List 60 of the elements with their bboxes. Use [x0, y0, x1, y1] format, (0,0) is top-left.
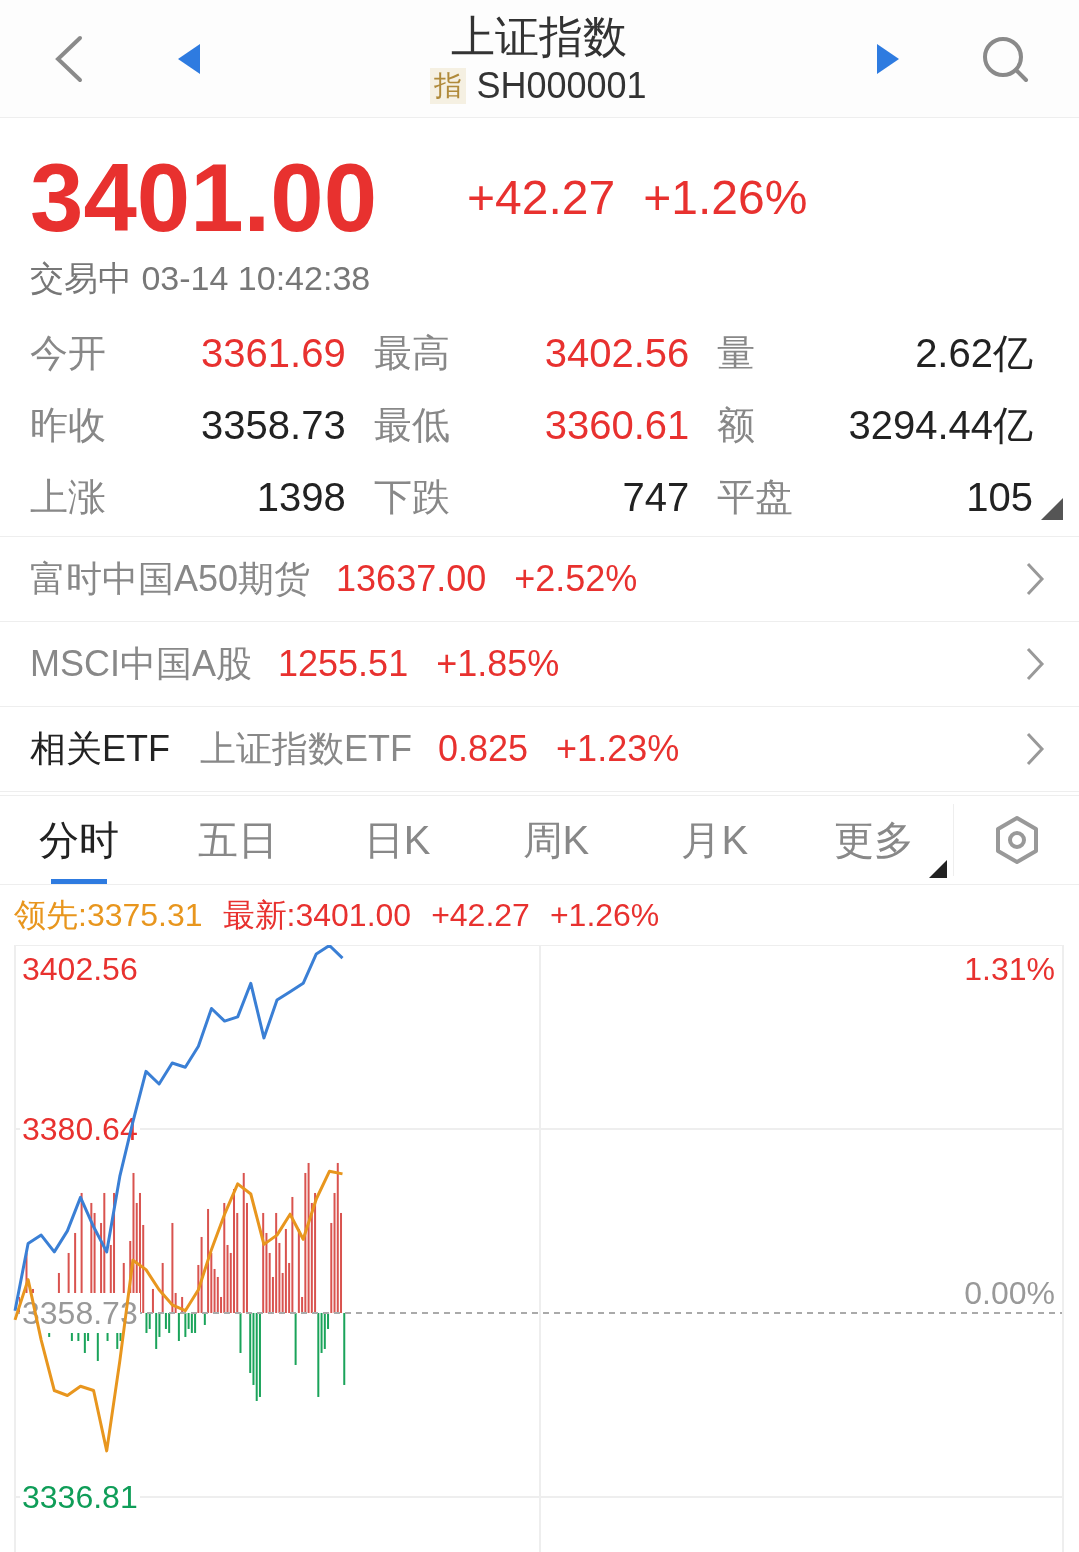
index-badge: 指: [430, 67, 467, 104]
stat-label: 今开: [30, 331, 106, 376]
chevron-right-icon: [1025, 731, 1045, 767]
percent-axis-label: 0.00%: [964, 1273, 1055, 1313]
related-row[interactable]: 相关ETF 上证指数ETF 0.825 +1.23%: [0, 707, 1079, 792]
chart-tab[interactable]: 月K: [635, 796, 795, 884]
expand-icon[interactable]: [1041, 498, 1063, 520]
legend-percent: +1.26%: [549, 896, 660, 935]
related-value: 1255.51: [278, 642, 409, 686]
stat-value: 747: [622, 474, 690, 521]
tab-underline: [51, 879, 108, 884]
related-value: 0.825: [438, 727, 529, 771]
related-change: +2.52%: [514, 557, 638, 601]
percent-change: +1.26%: [643, 170, 808, 226]
settings-icon[interactable]: [993, 815, 1040, 865]
chart-tab[interactable]: 周K: [476, 796, 636, 884]
leading-value: 领先:3375.31: [14, 896, 203, 935]
stat-label: 最低: [373, 403, 450, 448]
stat-label: 量: [717, 331, 756, 376]
stock-code: SH000001: [476, 65, 647, 106]
latest-value: 最新:3401.00: [222, 896, 412, 935]
stat-label: 上涨: [30, 475, 106, 520]
window-title: 上证指数: [450, 11, 627, 62]
chart-tab[interactable]: 分时: [0, 796, 159, 884]
related-name: MSCI中国A股: [30, 642, 252, 686]
chart-tab[interactable]: 五日: [158, 796, 318, 884]
related-subname: 上证指数ETF: [200, 727, 412, 771]
stat-value: 105: [966, 474, 1033, 521]
previous-icon[interactable]: [176, 41, 202, 76]
chevron-right-icon: [1025, 646, 1045, 682]
chevron-right-icon: [1025, 561, 1045, 597]
stat-value: 3358.73: [201, 402, 346, 449]
stat-label: 下跌: [373, 475, 450, 520]
stat-value: 3294.44亿: [848, 402, 1033, 449]
legend-change: +42.27: [431, 896, 530, 935]
percent-axis-label: 1.31%: [964, 950, 1055, 989]
stat-label: 昨收: [30, 403, 106, 448]
stat-label: 最高: [373, 331, 450, 376]
related-change: +1.23%: [556, 727, 680, 771]
chart-tab[interactable]: 日K: [317, 796, 477, 884]
next-icon[interactable]: [875, 41, 901, 76]
stat-value: 1398: [256, 474, 346, 521]
chart-tab[interactable]: 更多: [794, 796, 953, 884]
related-row[interactable]: 富时中国A50期货 13637.00 +2.52%: [0, 537, 1079, 622]
trading-status: 交易中 03-14 10:42:38: [30, 258, 372, 298]
stat-value: 2.62亿: [915, 330, 1033, 377]
stat-label: 平盘: [717, 475, 794, 520]
dropdown-icon: [928, 860, 947, 878]
current-price: 3401.00: [30, 148, 377, 248]
related-change: +1.85%: [436, 642, 560, 686]
stat-label: 额: [717, 403, 756, 448]
stat-value: 3360.61: [544, 402, 690, 449]
related-value: 13637.00: [336, 557, 487, 601]
stat-value: 3361.69: [201, 330, 346, 377]
related-name: 富时中国A50期货: [30, 557, 311, 601]
search-icon[interactable]: [981, 34, 1029, 83]
related-name: 相关ETF: [30, 727, 170, 771]
related-row[interactable]: MSCI中国A股 1255.51 +1.85%: [0, 622, 1079, 707]
stat-value: 3402.56: [544, 330, 690, 377]
price-change: +42.27: [467, 170, 616, 226]
